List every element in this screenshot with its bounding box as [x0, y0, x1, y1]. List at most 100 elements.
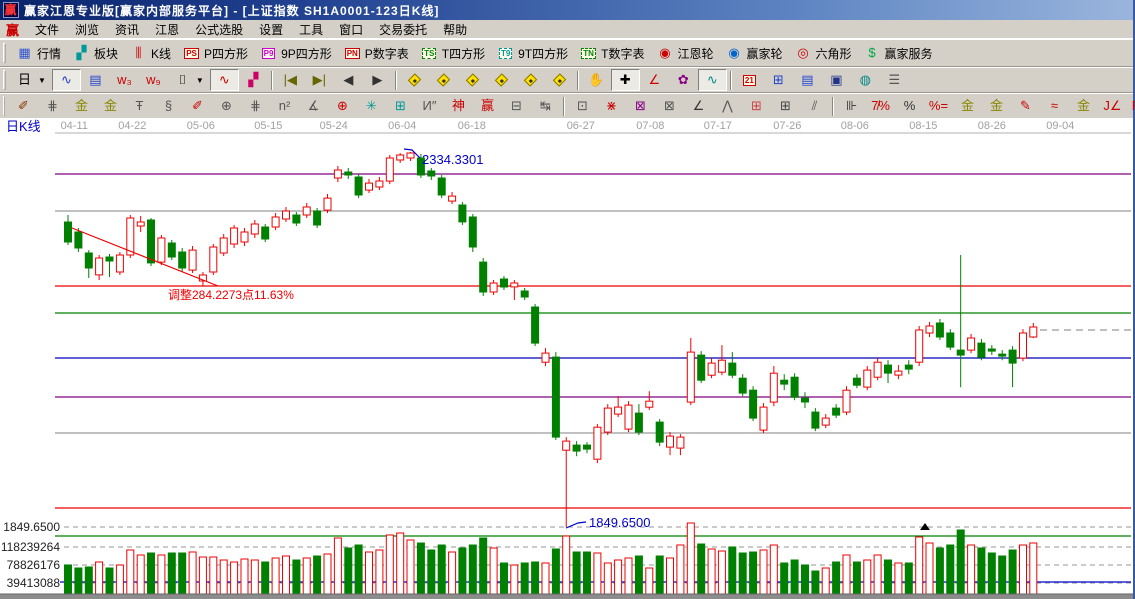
gold-section2-button[interactable]: 金	[96, 95, 125, 117]
wave-red-icon: ∿	[218, 72, 230, 87]
calculator-button[interactable]: ⊞	[764, 69, 793, 91]
menu-settings[interactable]: 设置	[251, 19, 291, 40]
wave-teal-button[interactable]: ∿	[697, 69, 727, 91]
menu-window[interactable]: 窗口	[331, 19, 371, 40]
spiral-button[interactable]: §	[154, 95, 183, 117]
fan-red-button[interactable]: ⋇	[597, 95, 626, 117]
angle-measure-button[interactable]: ∠	[640, 69, 669, 91]
mirror-angle-button[interactable]: ∡	[299, 95, 328, 117]
prev-button[interactable]: ◀	[334, 69, 363, 91]
gann-line-button[interactable]: ⋕	[38, 95, 67, 117]
menu-help[interactable]: 帮助	[435, 19, 475, 40]
next-button[interactable]: ▶	[363, 69, 392, 91]
span-arrows-button[interactable]: ↹	[531, 95, 560, 117]
quotes-button[interactable]: ▦ 行情	[10, 42, 67, 65]
f-line-button[interactable]: Ŧ	[125, 95, 154, 117]
n-square-button[interactable]: n²	[270, 95, 299, 117]
gold-circle-button[interactable]: 金	[953, 95, 982, 117]
notes-button[interactable]: ▤	[793, 69, 822, 91]
box-range-button[interactable]: ⊡	[568, 95, 597, 117]
menu-browse[interactable]: 浏览	[67, 19, 107, 40]
menu-info[interactable]: 资讯	[107, 19, 147, 40]
t-table-button[interactable]: TN T数字表	[574, 42, 650, 65]
hand-drag-button[interactable]: ✋	[582, 69, 611, 91]
candle-body	[873, 361, 882, 378]
first-page-button[interactable]: |◀	[276, 69, 305, 91]
9p-square-button[interactable]: P9 9P四方形	[254, 42, 338, 65]
zigzag3-button[interactable]: w₃	[110, 69, 139, 91]
grid-dark-button[interactable]: ⊞	[771, 95, 800, 117]
f-angle-button[interactable]: F∠	[1127, 95, 1135, 117]
t-square-button[interactable]: TS T四方形	[415, 42, 491, 65]
volume-bar	[780, 562, 789, 595]
histogram-button[interactable]: ▞	[239, 69, 268, 91]
gold-section-button[interactable]: 金	[67, 95, 96, 117]
menu-formula-stock-pick[interactable]: 公式选股	[187, 19, 251, 40]
marker-pen-button[interactable]: ✎	[1011, 95, 1040, 117]
winner-service-button[interactable]: $ 赢家服务	[858, 42, 939, 65]
fan-grid-button[interactable]: ⊠	[655, 95, 684, 117]
grid-lines-button[interactable]: ⋕	[241, 95, 270, 117]
menu-trade[interactable]: 交易委托	[371, 19, 435, 40]
price-ruler-button[interactable]: ⊪	[837, 95, 866, 117]
zoom-left-button[interactable]	[400, 69, 429, 91]
time-cycle-button[interactable]: ⊕	[212, 95, 241, 117]
p-table-button[interactable]: PN P数字表	[338, 42, 415, 65]
candle-style-button[interactable]: ⌷ ▼	[168, 69, 210, 91]
candle-body	[64, 221, 72, 243]
menu-gann[interactable]: 江恩	[147, 19, 187, 40]
last-page-button[interactable]: ▶|	[305, 69, 334, 91]
kline-chart[interactable]: 日K线 04-11 04-22 05-06 05-15 05-24 06-04 06-18 06…	[0, 118, 1133, 599]
percent-icon: %	[903, 98, 916, 113]
menu-file[interactable]: 文件	[27, 19, 67, 40]
pct-line-button[interactable]: %=	[924, 95, 953, 117]
n-wave-button[interactable]: И″	[415, 95, 444, 117]
menu-tools[interactable]: 工具	[291, 19, 331, 40]
hexagon-button[interactable]: ◎ 六角形	[789, 42, 858, 65]
date-tick-label: 08-15	[909, 120, 937, 132]
pct-strike-button[interactable]: 7̸%	[866, 95, 895, 117]
compass-button[interactable]: ⊕	[328, 95, 357, 117]
print-button[interactable]: ☰	[880, 69, 909, 91]
pen-red-button[interactable]: ✐	[183, 95, 212, 117]
hand-icon: ✋	[588, 72, 605, 87]
gold-angle-button[interactable]: 金	[1069, 95, 1098, 117]
shen-grid-button[interactable]: 神	[444, 95, 473, 117]
p-square-button[interactable]: PS P四方形	[177, 42, 254, 65]
zigzag9-button[interactable]: w₉	[139, 69, 168, 91]
zoom-x-button[interactable]	[487, 69, 516, 91]
wave-red-button[interactable]: ∿	[209, 69, 239, 91]
parallel-lines-button[interactable]: ⫽	[800, 95, 829, 117]
winner-wheel-button[interactable]: ◉ 赢家轮	[719, 42, 788, 65]
j-angle-button[interactable]: J∠	[1098, 95, 1127, 117]
zoom-right-button[interactable]	[429, 69, 458, 91]
wave-band-button[interactable]: ≈	[1040, 95, 1069, 117]
zoom-star-button[interactable]	[545, 69, 574, 91]
win-grid-button[interactable]: 赢	[473, 95, 502, 117]
9t-square-button[interactable]: T9 9T四方形	[491, 42, 574, 65]
fan-purple-button[interactable]: ⊠	[626, 95, 655, 117]
zoom-h-button[interactable]	[458, 69, 487, 91]
star-web-button[interactable]: ✳	[357, 95, 386, 117]
ruler-grid-button[interactable]: ⊟	[502, 95, 531, 117]
crosshair-button[interactable]: ✚	[610, 69, 640, 91]
period-day-button[interactable]: 日 ▼	[10, 69, 52, 91]
gold-line-button[interactable]: 金	[982, 95, 1011, 117]
kline-button[interactable]: ⫼ K线	[124, 42, 177, 65]
save-button[interactable]: ▣	[822, 69, 851, 91]
volume-bar	[458, 547, 467, 595]
zoom-cross-button[interactable]	[516, 69, 545, 91]
wave-screen-button[interactable]: ∿	[51, 69, 81, 91]
percent-button[interactable]: %	[895, 95, 924, 117]
gann-wheel-button[interactable]: ◉ 江恩轮	[650, 42, 719, 65]
v-wave-button[interactable]: ⋀	[713, 95, 742, 117]
calendar-button[interactable]: 21	[735, 69, 764, 91]
pen-tool-button[interactable]: ✐	[9, 95, 38, 117]
info-panel-button[interactable]: ▤	[81, 69, 110, 91]
sectors-button[interactable]: ▞ 板块	[67, 42, 124, 65]
flower-tool-button[interactable]: ✿	[669, 69, 698, 91]
grid-red-button[interactable]: ⊞	[742, 95, 771, 117]
web-grid-button[interactable]: ⊞	[386, 95, 415, 117]
trend-angle-button[interactable]: ∠	[684, 95, 713, 117]
world-button[interactable]: ◍	[851, 69, 880, 91]
